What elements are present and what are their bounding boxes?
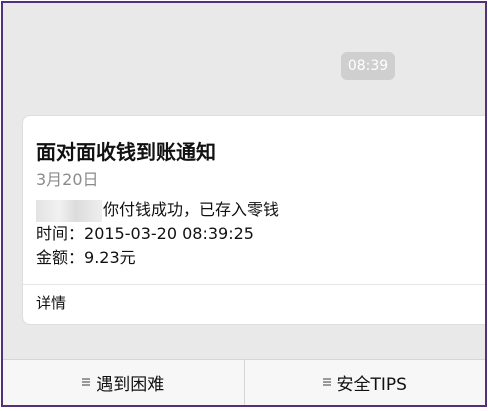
payment-amount-label: 金额： bbox=[36, 248, 85, 267]
security-tips-label: 安全TIPS bbox=[336, 374, 407, 395]
chat-screen: 08:39 面对面收钱到账通知 3月20日 你付钱成功，已存入零钱 时间：201… bbox=[1, 1, 487, 407]
security-tips-button[interactable]: 安全TIPS bbox=[243, 360, 486, 405]
payment-amount-value: 9.23元 bbox=[84, 248, 136, 267]
payment-notification-card[interactable]: 面对面收钱到账通知 3月20日 你付钱成功，已存入零钱 时间：2015-03-2… bbox=[22, 115, 485, 325]
payment-message-line: 你付钱成功，已存入零钱 bbox=[36, 198, 482, 222]
bottom-menu-bar: 遇到困难 安全TIPS bbox=[3, 359, 485, 405]
details-link[interactable]: 详情 bbox=[36, 292, 66, 313]
menu-icon bbox=[82, 378, 91, 386]
help-menu-button[interactable]: 遇到困难 bbox=[3, 360, 244, 405]
notification-title: 面对面收钱到账通知 bbox=[36, 140, 216, 164]
payment-time-value: 2015-03-20 08:39:25 bbox=[84, 224, 254, 243]
payment-amount-row: 金额：9.23元 bbox=[36, 246, 482, 270]
notification-body: 你付钱成功，已存入零钱 时间：2015-03-20 08:39:25 金额：9.… bbox=[36, 198, 482, 270]
payment-time-row: 时间：2015-03-20 08:39:25 bbox=[36, 222, 482, 246]
menu-icon bbox=[322, 378, 331, 386]
help-menu-label: 遇到困难 bbox=[96, 374, 165, 395]
notification-date: 3月20日 bbox=[36, 170, 99, 189]
payment-message: 你付钱成功，已存入零钱 bbox=[103, 200, 280, 219]
timestamp-badge: 08:39 bbox=[341, 52, 395, 80]
redacted-name-block bbox=[36, 199, 102, 222]
card-divider bbox=[23, 284, 485, 285]
payment-time-label: 时间： bbox=[36, 224, 85, 243]
